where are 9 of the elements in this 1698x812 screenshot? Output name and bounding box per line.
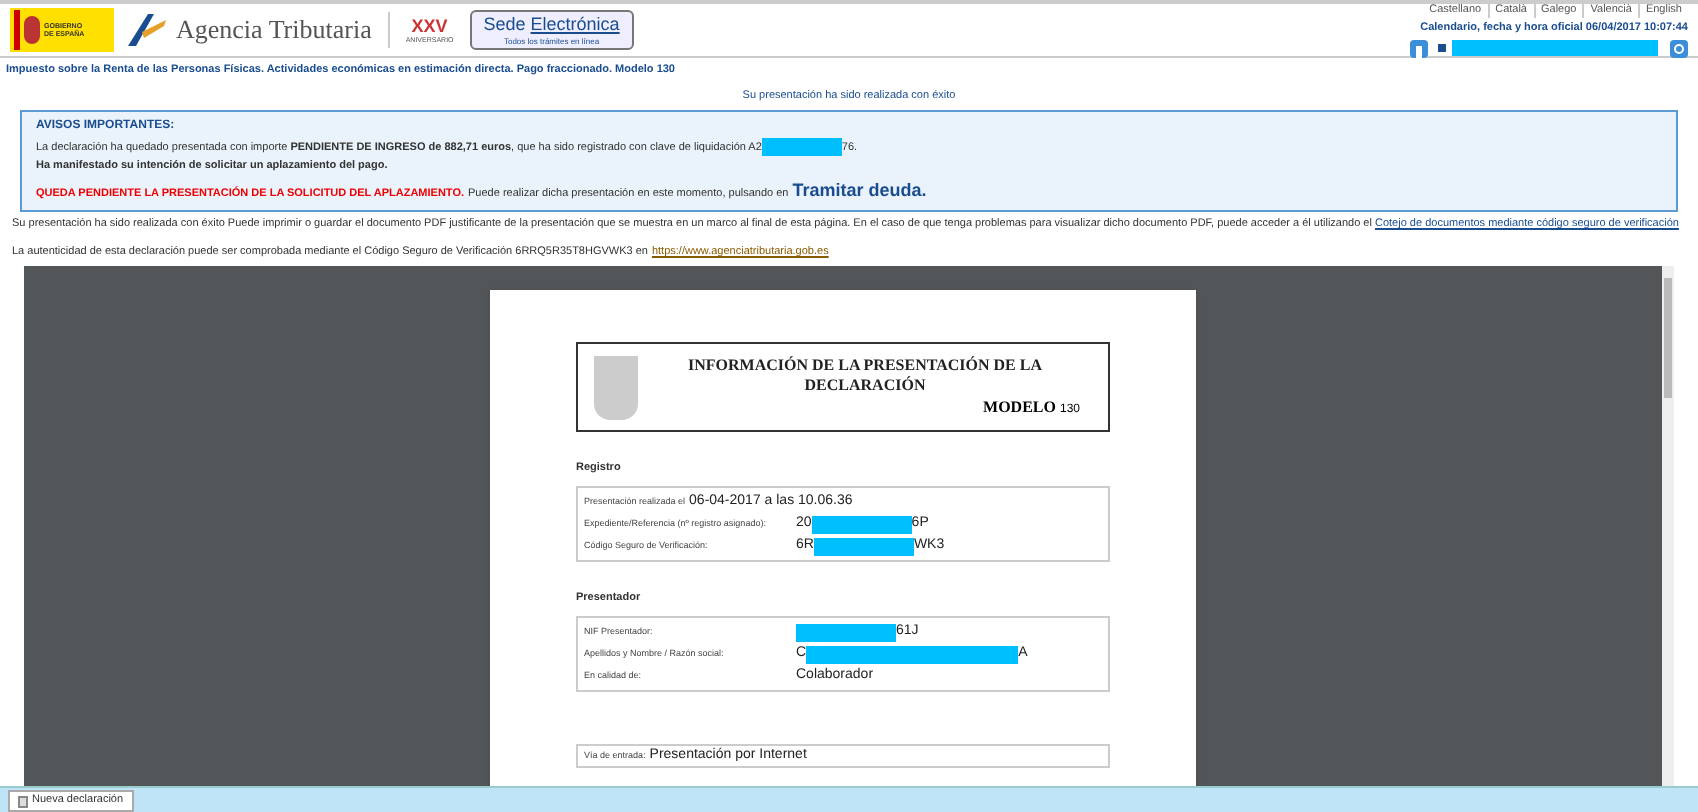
- modelo-label: MODELO: [983, 395, 1056, 420]
- scrollbar[interactable]: [1662, 266, 1674, 787]
- document-icon: [18, 795, 28, 807]
- tramitar-deuda-link[interactable]: Tramitar deuda.: [792, 177, 927, 205]
- lock-icon: [1438, 44, 1446, 53]
- agency-name: Agencia Tributaria: [176, 12, 372, 49]
- agency-logo-icon: [124, 11, 168, 48]
- redaction-block: [761, 138, 842, 157]
- pdf-title: INFORMACIÓN DE LA PRESENTACIÓN DE LA DECLARACIÓN: [686, 355, 1044, 396]
